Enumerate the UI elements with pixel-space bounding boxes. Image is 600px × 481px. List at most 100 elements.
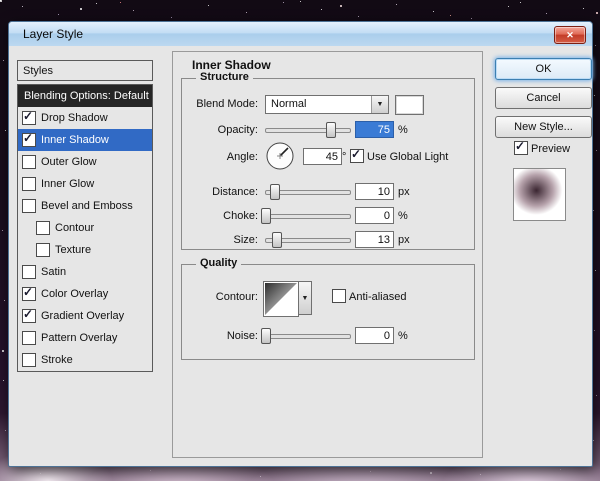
choke-label: Choke:: [182, 210, 258, 222]
size-label: Size:: [182, 234, 258, 246]
noise-row: Noise: %: [182, 327, 474, 347]
structure-group: Structure Blend Mode: Normal ▼ Opacity:: [181, 78, 475, 250]
choke-slider[interactable]: [265, 208, 351, 223]
new-style-button[interactable]: New Style...: [495, 116, 592, 138]
angle-dial[interactable]: [265, 141, 295, 171]
dialog-body: Styles Blending Options: Default Drop Sh…: [9, 46, 592, 466]
choke-unit: %: [398, 210, 408, 222]
noise-slider-thumb[interactable]: [261, 328, 271, 344]
style-item-label: Inner Shadow: [41, 134, 109, 146]
blend-mode-select[interactable]: Normal ▼: [265, 95, 389, 114]
noise-slider-track: [265, 334, 351, 339]
style-item-gradient-overlay[interactable]: Gradient Overlay: [18, 305, 152, 327]
bevel-emboss-checkbox[interactable]: [22, 199, 36, 213]
layer-style-dialog: Layer Style ✕ Styles Blending Options: D…: [8, 21, 593, 467]
contour-dropdown-arrow-icon[interactable]: ▼: [299, 281, 312, 315]
choke-input[interactable]: [355, 207, 394, 224]
style-item-label: Outer Glow: [41, 156, 97, 168]
noise-input[interactable]: [355, 327, 394, 344]
size-input[interactable]: [355, 231, 394, 248]
preview-thumbnail: [513, 168, 566, 221]
distance-slider[interactable]: [265, 184, 351, 199]
distance-input[interactable]: [355, 183, 394, 200]
opacity-slider[interactable]: [265, 122, 351, 137]
opacity-input[interactable]: [355, 121, 394, 138]
style-item-texture[interactable]: Texture: [18, 239, 152, 261]
style-item-satin[interactable]: Satin: [18, 261, 152, 283]
styles-panel-header: Styles: [17, 60, 153, 81]
style-item-label: Color Overlay: [41, 288, 108, 300]
ok-button[interactable]: OK: [495, 58, 592, 80]
quality-group: Quality Contour: ▼ Anti-aliased Noise:: [181, 264, 475, 360]
choke-slider-track: [265, 214, 351, 219]
style-item-stroke[interactable]: Stroke: [18, 349, 152, 371]
style-item-inner-shadow[interactable]: Inner Shadow: [18, 129, 152, 151]
opacity-slider-thumb[interactable]: [326, 122, 336, 138]
preview-checkbox[interactable]: [514, 141, 528, 155]
anti-aliased-label[interactable]: Anti-aliased: [349, 291, 406, 303]
blend-mode-row: Blend Mode: Normal ▼: [182, 95, 474, 115]
gradient-overlay-checkbox[interactable]: [22, 309, 36, 323]
desktop-background: Layer Style ✕ Styles Blending Options: D…: [0, 0, 600, 481]
angle-row: Angle: ° Use Global Light: [182, 139, 474, 177]
cancel-button[interactable]: Cancel: [495, 87, 592, 109]
preview-label[interactable]: Preview: [531, 143, 570, 155]
panel-title: Inner Shadow: [192, 58, 271, 72]
style-item-inner-glow[interactable]: Inner Glow: [18, 173, 152, 195]
opacity-row: Opacity: %: [182, 121, 474, 141]
style-item-outer-glow[interactable]: Outer Glow: [18, 151, 152, 173]
styles-list: Blending Options: Default Drop Shadow In…: [17, 84, 153, 372]
dialog-titlebar[interactable]: Layer Style ✕: [9, 22, 592, 47]
anti-aliased-checkbox[interactable]: [332, 289, 346, 303]
inner-glow-checkbox[interactable]: [22, 177, 36, 191]
angle-unit: °: [342, 151, 346, 163]
outer-glow-checkbox[interactable]: [22, 155, 36, 169]
close-icon: ✕: [566, 30, 574, 41]
structure-group-label: Structure: [196, 71, 253, 83]
blend-mode-label: Blend Mode:: [182, 98, 258, 110]
texture-checkbox[interactable]: [36, 243, 50, 257]
choke-slider-thumb[interactable]: [261, 208, 271, 224]
style-item-label: Bevel and Emboss: [41, 200, 133, 212]
distance-unit: px: [398, 186, 410, 198]
style-item-contour[interactable]: Contour: [18, 217, 152, 239]
style-item-pattern-overlay[interactable]: Pattern Overlay: [18, 327, 152, 349]
size-row: Size: px: [182, 231, 474, 251]
angle-label: Angle:: [182, 151, 258, 163]
satin-checkbox[interactable]: [22, 265, 36, 279]
size-slider[interactable]: [265, 232, 351, 247]
drop-shadow-checkbox[interactable]: [22, 111, 36, 125]
contour-picker[interactable]: ▼: [263, 281, 312, 317]
quality-group-label: Quality: [196, 257, 241, 269]
style-item-bevel-and-emboss[interactable]: Bevel and Emboss: [18, 195, 152, 217]
opacity-unit: %: [398, 124, 408, 136]
distance-slider-thumb[interactable]: [270, 184, 280, 200]
noise-slider[interactable]: [265, 328, 351, 343]
close-button[interactable]: ✕: [554, 26, 586, 44]
noise-unit: %: [398, 330, 408, 342]
size-unit: px: [398, 234, 410, 246]
style-item-label: Pattern Overlay: [41, 332, 117, 344]
style-item-label: Drop Shadow: [41, 112, 108, 124]
contour-row: Contour: ▼ Anti-aliased: [182, 279, 474, 319]
distance-row: Distance: px: [182, 183, 474, 203]
style-item-blending-options[interactable]: Blending Options: Default: [18, 85, 152, 107]
dialog-title: Layer Style: [23, 27, 83, 41]
shadow-color-swatch[interactable]: [395, 95, 424, 115]
style-item-label: Texture: [55, 244, 91, 256]
pattern-overlay-checkbox[interactable]: [22, 331, 36, 345]
style-item-drop-shadow[interactable]: Drop Shadow: [18, 107, 152, 129]
stroke-checkbox[interactable]: [22, 353, 36, 367]
contour-checkbox[interactable]: [36, 221, 50, 235]
color-overlay-checkbox[interactable]: [22, 287, 36, 301]
size-slider-thumb[interactable]: [272, 232, 282, 248]
angle-input[interactable]: [303, 148, 342, 165]
contour-thumbnail[interactable]: [263, 281, 299, 317]
use-global-light-checkbox[interactable]: [350, 149, 364, 163]
settings-panel: Inner Shadow Structure Blend Mode: Norma…: [172, 51, 483, 458]
chevron-down-icon[interactable]: ▼: [371, 96, 388, 113]
style-item-label: Gradient Overlay: [41, 310, 124, 322]
use-global-light-label[interactable]: Use Global Light: [367, 151, 448, 163]
style-item-color-overlay[interactable]: Color Overlay: [18, 283, 152, 305]
inner-shadow-checkbox[interactable]: [22, 133, 36, 147]
